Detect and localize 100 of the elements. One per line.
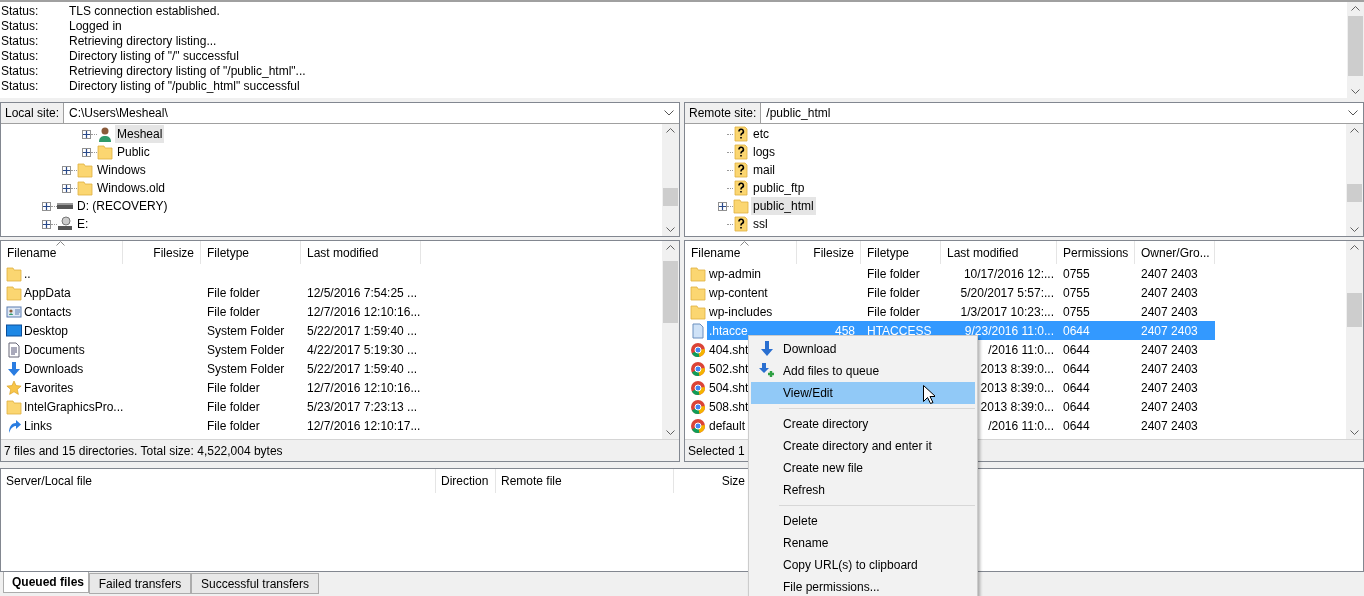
scrollbar[interactable] xyxy=(662,241,679,439)
tree-item[interactable]: logs xyxy=(751,143,777,161)
menu-item[interactable]: Delete xyxy=(751,510,975,532)
disc-drive-icon xyxy=(57,216,73,232)
menu-item[interactable]: Download xyxy=(751,338,975,360)
column-header[interactable]: Remote file xyxy=(496,469,674,493)
column-header[interactable]: Filetype xyxy=(201,241,301,264)
tree-item[interactable]: E: xyxy=(75,215,91,233)
modified-date: 5/23/2017 7:23:13 ... xyxy=(307,398,418,416)
person-icon xyxy=(97,126,113,142)
expand-toggle[interactable] xyxy=(82,129,91,139)
menu-item[interactable]: Refresh xyxy=(751,479,975,501)
tree-item[interactable]: Mesheal xyxy=(115,125,165,143)
file-row[interactable]: Contacts File folder 12/7/2016 12:10:16... xyxy=(1,302,421,321)
column-header[interactable]: Last modified xyxy=(941,241,1057,264)
chevron-down-icon[interactable] xyxy=(1350,227,1359,233)
file-row[interactable]: Downloads System Folder 5/22/2017 1:59:40 ... xyxy=(1,359,421,378)
column-header[interactable]: Filename xyxy=(1,241,123,264)
chevron-down-icon[interactable] xyxy=(1351,89,1360,95)
expand-toggle[interactable] xyxy=(62,183,71,193)
file-row[interactable]: .. xyxy=(1,264,421,283)
column-header[interactable]: Direction xyxy=(436,469,496,493)
menu-item[interactable]: Add files to queue xyxy=(751,360,975,382)
status-bar: 7 files and 15 directories. Total size: 4,522,004 bytes xyxy=(1,439,679,461)
expand-toggle[interactable] xyxy=(718,201,727,211)
scrollbar[interactable] xyxy=(1346,124,1363,236)
file-type: File folder xyxy=(207,379,260,397)
tree-item[interactable]: Windows xyxy=(95,161,148,179)
tree-item[interactable]: ssl xyxy=(751,215,770,233)
modified-date: 10/17/2016 12:... xyxy=(962,265,1055,283)
modified-date: 2013 8:39:0... xyxy=(979,360,1055,378)
chevron-down-icon[interactable] xyxy=(666,430,675,436)
tree-item[interactable]: public_html xyxy=(751,197,816,215)
tree-item[interactable]: Windows.old xyxy=(95,179,168,197)
file-row[interactable]: IntelGraphicsPro... File folder 5/23/2017 7:23:13 ... xyxy=(1,397,421,416)
tree-item[interactable]: mail xyxy=(751,161,777,179)
chevron-down-icon[interactable] xyxy=(666,227,675,233)
folder-icon xyxy=(6,265,22,282)
column-header[interactable]: Filetype xyxy=(861,241,941,264)
chevron-down-icon[interactable] xyxy=(1350,430,1359,436)
question-folder-icon xyxy=(733,162,749,178)
chevron-up-icon[interactable] xyxy=(666,244,675,250)
scrollbar-thumb[interactable] xyxy=(1347,184,1362,202)
scrollbar[interactable] xyxy=(1346,241,1363,439)
chevron-up-icon[interactable] xyxy=(1350,244,1359,250)
menu-item[interactable]: File permissions... xyxy=(751,576,975,596)
column-header[interactable]: Filesize xyxy=(123,241,201,264)
tree-item[interactable]: etc xyxy=(751,125,771,143)
modified-date: 5/20/2017 5:57:... xyxy=(959,284,1055,302)
file-type: File folder xyxy=(866,303,921,321)
column-header[interactable]: Filesize xyxy=(797,241,861,264)
chevron-up-icon[interactable] xyxy=(1350,127,1359,133)
file-row[interactable]: Links File folder 12/7/2016 12:10:17... xyxy=(1,416,421,435)
log-message: Logged in xyxy=(69,17,122,35)
scrollbar-thumb[interactable] xyxy=(1347,293,1362,327)
file-type: System Folder xyxy=(207,341,285,359)
file-name[interactable]: wp-admin xyxy=(707,264,797,283)
file-name[interactable]: wp-content xyxy=(707,283,797,302)
modified-date: 2013 8:39:0... xyxy=(979,398,1055,416)
folder-icon xyxy=(690,284,706,301)
queue-tab[interactable]: Successful transfers xyxy=(191,573,319,594)
chevron-up-icon[interactable] xyxy=(1351,5,1360,11)
file-row[interactable]: Favorites File folder 12/7/2016 12:10:16... xyxy=(1,378,421,397)
column-header[interactable]: Permissions xyxy=(1057,241,1135,264)
column-header[interactable]: Owner/Gro... xyxy=(1135,241,1215,264)
tree-item[interactable]: public_ftp xyxy=(751,179,807,197)
permissions: 0755 xyxy=(1062,303,1091,321)
file-type: File folder xyxy=(866,284,921,302)
scrollbar-thumb[interactable] xyxy=(663,188,678,206)
folder-icon xyxy=(690,265,706,282)
tree-item[interactable]: D: (RECOVERY) xyxy=(75,197,170,215)
monitor-icon xyxy=(6,322,22,339)
file-row[interactable]: AppData File folder 12/5/2016 7:54:25 ... xyxy=(1,283,421,302)
queue-tab[interactable]: Queued files xyxy=(3,572,89,593)
tree-item[interactable]: Public xyxy=(115,143,152,161)
expand-toggle[interactable] xyxy=(82,147,91,157)
file-row[interactable]: Desktop System Folder 5/22/2017 1:59:40 ... xyxy=(1,321,421,340)
scrollbar[interactable] xyxy=(662,124,679,236)
question-folder-icon xyxy=(733,144,749,160)
scrollbar[interactable] xyxy=(1347,2,1364,98)
menu-item[interactable]: Copy URL(s) to clipboard xyxy=(751,554,975,576)
modified-date: 12/5/2016 7:54:25 ... xyxy=(307,284,418,302)
menu-item[interactable]: View/Edit xyxy=(751,382,975,404)
column-header[interactable]: Filename xyxy=(685,241,797,264)
chevron-up-icon[interactable] xyxy=(666,127,675,133)
file-name[interactable]: wp-includes xyxy=(707,302,797,321)
queue-tab[interactable]: Failed transfers xyxy=(89,573,191,594)
expand-toggle[interactable] xyxy=(42,201,51,211)
expand-toggle[interactable] xyxy=(42,219,51,229)
menu-item[interactable]: Rename xyxy=(751,532,975,554)
column-header[interactable]: Server/Local file xyxy=(1,469,436,493)
column-header[interactable]: Last modified xyxy=(301,241,421,264)
file-row[interactable]: Documents System Folder 4/22/2017 5:19:30 ... xyxy=(1,340,421,359)
expand-toggle[interactable] xyxy=(62,165,71,175)
scrollbar-thumb[interactable] xyxy=(663,261,678,323)
scrollbar-thumb[interactable] xyxy=(1348,16,1363,76)
folder-icon xyxy=(77,180,93,196)
question-folder-icon xyxy=(733,216,749,232)
file-name: Downloads xyxy=(24,360,84,378)
menu-item[interactable]: Create directory xyxy=(751,413,975,435)
